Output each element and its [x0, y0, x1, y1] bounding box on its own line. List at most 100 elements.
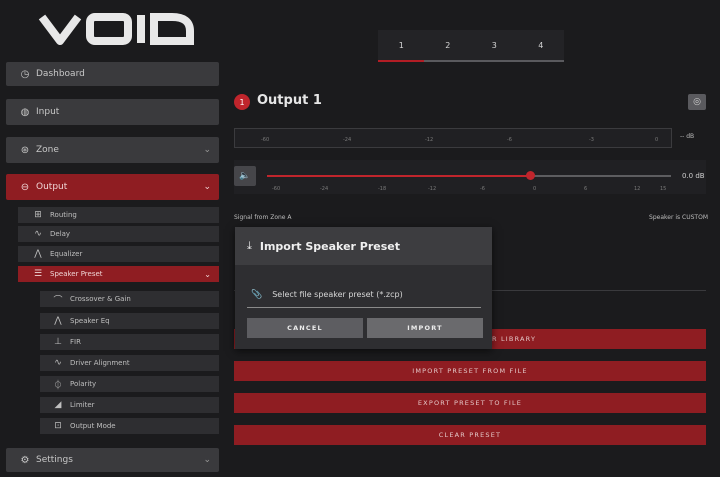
paperclip-icon: 📎: [251, 289, 263, 300]
routing-icon: ⊞: [34, 210, 42, 220]
output-settings-button[interactable]: ◎: [688, 94, 706, 110]
nav-output-label: Output: [36, 182, 68, 192]
sidebar-item-label: Output Mode: [70, 422, 116, 430]
button-label: R LIBRARY: [492, 335, 537, 343]
meter-tick: 0: [655, 137, 659, 143]
button-label: EXPORT PRESET TO FILE: [417, 399, 523, 407]
void-logo: [12, 0, 220, 58]
nav-zone-label: Zone: [36, 145, 59, 155]
slider-tick: 12: [634, 186, 641, 192]
nav-input-label: Input: [36, 107, 60, 117]
sidebar-item-crossover-gain[interactable]: ⌒ Crossover & Gain: [40, 291, 219, 307]
zone-icon: ⊛: [20, 144, 30, 156]
sidebar-item-label: Speaker Preset: [50, 270, 103, 278]
slider-tick: 0: [533, 186, 537, 192]
gain-readout: 0.0 dB: [682, 172, 705, 180]
meter-readout: -- dB: [680, 133, 695, 140]
nav-input[interactable]: ◍ Input: [6, 99, 219, 125]
signal-source-label: Signal from Zone A: [234, 214, 292, 221]
cancel-button[interactable]: CANCEL: [247, 318, 363, 338]
sidebar-item-label: Limiter: [70, 401, 95, 409]
sidebar-item-routing[interactable]: ⊞ Routing: [18, 207, 219, 223]
output-icon: ⊖: [20, 181, 30, 193]
page-title: Output 1: [257, 93, 322, 108]
sidebar-item-label: Equalizer: [50, 250, 83, 258]
sliders-icon: ☰: [33, 269, 43, 279]
speaker-eq-icon: ⋀: [54, 316, 62, 326]
tab-output-1[interactable]: 1: [378, 30, 425, 60]
file-select-placeholder: Select file speaker preset (*.zcp): [272, 290, 403, 299]
import-button[interactable]: IMPORT: [367, 318, 483, 338]
tab-output-3[interactable]: 3: [471, 30, 518, 60]
import-preset-from-file-button[interactable]: IMPORT PRESET FROM FILE: [234, 361, 706, 381]
slider-tick: 6: [584, 186, 588, 192]
speaker-status-label: Speaker is CUSTOM: [649, 214, 708, 221]
output-number-badge: 1: [234, 94, 250, 110]
slider-tick: -24: [320, 186, 329, 192]
chevron-down-icon: ⌄: [203, 455, 211, 465]
sidebar-item-label: Speaker Eq: [70, 317, 110, 325]
dashboard-icon: ◷: [20, 68, 30, 80]
equalizer-icon: ⋀: [34, 249, 42, 259]
sidebar-item-driver-alignment[interactable]: ∿ Driver Alignment: [40, 355, 219, 371]
button-label: IMPORT PRESET FROM FILE: [412, 367, 528, 375]
export-preset-to-file-button[interactable]: EXPORT PRESET TO FILE: [234, 393, 706, 413]
dialog-title: Import Speaker Preset: [259, 239, 401, 253]
sidebar-item-equalizer[interactable]: ⋀ Equalizer: [18, 246, 219, 262]
import-speaker-preset-dialog: ⤓ Import Speaker Preset 📎 Select file sp…: [235, 227, 492, 349]
mute-button[interactable]: 🔈: [234, 166, 256, 186]
output-tabs: 1 2 3 4: [378, 30, 564, 60]
sidebar-item-speaker-eq[interactable]: ⋀ Speaker Eq: [40, 313, 219, 329]
sidebar-item-label: Routing: [50, 211, 77, 219]
nav-zone[interactable]: ⊛ Zone ⌄: [6, 137, 219, 163]
sidebar-item-speaker-preset[interactable]: ☰ Speaker Preset ⌄: [18, 266, 219, 282]
sidebar-item-fir[interactable]: ⊥ FIR: [40, 334, 219, 350]
chevron-down-icon: ⌄: [204, 269, 211, 279]
gain-slider-fill: [267, 175, 530, 177]
chevron-down-icon: ⌄: [203, 145, 211, 155]
sidebar-item-delay[interactable]: ∿ Delay: [18, 226, 219, 242]
sidebar-item-limiter[interactable]: ◢ Limiter: [40, 397, 219, 413]
sidebar-item-label: Delay: [50, 230, 71, 238]
tab-output-2[interactable]: 2: [425, 30, 472, 60]
crossover-icon: ⌒: [53, 295, 63, 306]
nav-dashboard[interactable]: ◷ Dashboard: [6, 62, 219, 86]
sidebar-item-output-mode[interactable]: ⊡ Output Mode: [40, 418, 219, 434]
polarity-icon: ⏀: [53, 380, 63, 391]
driver-alignment-icon: ∿: [54, 358, 62, 368]
output-mode-icon: ⊡: [54, 421, 62, 431]
clear-preset-button[interactable]: CLEAR PRESET: [234, 425, 706, 445]
dialog-header: ⤓ Import Speaker Preset: [235, 227, 492, 265]
sidebar-item-polarity[interactable]: ⏀ Polarity: [40, 376, 219, 392]
gain-slider-track[interactable]: [267, 175, 671, 177]
input-icon: ◍: [20, 106, 30, 118]
logo-mark: [38, 13, 194, 45]
slider-tick: 15: [660, 186, 667, 192]
download-icon: ⤓: [247, 239, 252, 252]
nav-settings-label: Settings: [36, 455, 73, 465]
meter-tick: -6: [507, 137, 512, 143]
button-label: CLEAR PRESET: [438, 431, 502, 439]
file-select-field[interactable]: 📎 Select file speaker preset (*.zcp): [247, 282, 481, 308]
meter-tick: -24: [343, 137, 352, 143]
gear-icon: ⚙: [20, 454, 30, 466]
limiter-icon: ◢: [54, 400, 62, 410]
nav-output[interactable]: ⊖ Output ⌄: [6, 174, 219, 200]
slider-tick: -6: [480, 186, 485, 192]
sidebar-item-label: Polarity: [70, 380, 97, 388]
chevron-down-icon: ⌄: [203, 182, 211, 192]
app-window: ◷ Dashboard ◍ Input ⊛ Zone ⌄ ⊖ Output ⌄ …: [0, 0, 720, 477]
gain-slider-handle[interactable]: [525, 171, 535, 180]
slider-tick: -60: [272, 186, 281, 192]
nav-settings[interactable]: ⚙ Settings ⌄: [6, 448, 219, 472]
meter-tick: -12: [425, 137, 434, 143]
speaker-icon: 🔈: [239, 171, 251, 181]
level-meter: -60 -24 -12 -6 -3 0: [234, 128, 672, 148]
tab-underline: [378, 60, 564, 62]
sidebar-item-label: Driver Alignment: [70, 359, 130, 367]
slider-tick: -12: [428, 186, 437, 192]
delay-icon: ∿: [34, 229, 42, 239]
tab-output-4[interactable]: 4: [518, 30, 565, 60]
meter-tick: -60: [261, 137, 270, 143]
nav-dashboard-label: Dashboard: [36, 69, 85, 79]
